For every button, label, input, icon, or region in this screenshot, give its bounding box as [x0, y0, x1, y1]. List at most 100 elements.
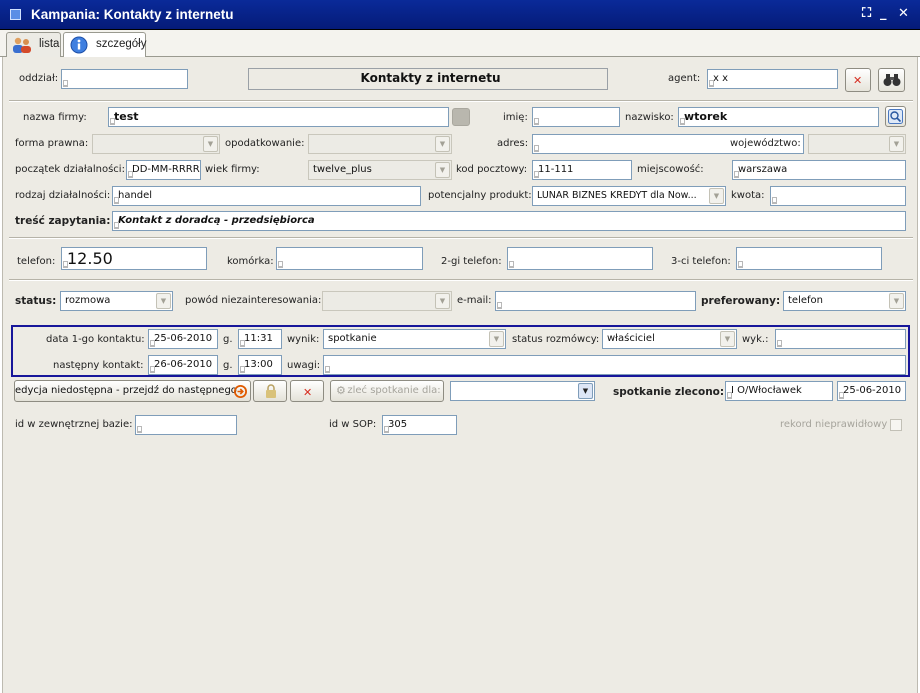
edit-unavailable-next-button[interactable]: edycja niedostępna - przejdź do następne…	[14, 380, 251, 402]
agent-label: agent:	[668, 73, 701, 84]
third-phone-field[interactable]	[736, 247, 882, 270]
person-lookup-button[interactable]	[885, 106, 906, 127]
users-icon	[13, 37, 31, 53]
meeting-date-field[interactable]: 25-06-2010	[837, 381, 906, 401]
chevron-down-icon: ▼	[435, 293, 450, 309]
poczatek-label: początek działalności:	[15, 164, 125, 175]
company-lookup-button[interactable]	[452, 108, 470, 126]
telefon-label: telefon:	[17, 256, 56, 267]
speaker-status-select[interactable]: właściciel ▼	[602, 329, 737, 349]
chevron-down-icon: ▼	[709, 188, 724, 204]
gears-icon: ⚙	[336, 384, 346, 397]
taxation-select[interactable]: ▼	[308, 134, 452, 154]
next-contact-date-field[interactable]: 26-06-2010	[148, 355, 218, 375]
window-title: Kampania: Kontakty z internetu	[31, 7, 234, 22]
first-contact-date-field[interactable]: 25-06-2010	[148, 329, 218, 349]
company-age-select[interactable]: twelve_plus ▼	[308, 160, 452, 180]
status-rozmowcy-label: status rozmówcy:	[512, 334, 600, 345]
result-value: spotkanie	[328, 333, 377, 344]
email-field[interactable]	[495, 291, 696, 311]
city-field[interactable]: warszawa	[732, 160, 906, 180]
kwota-label: kwota:	[731, 190, 765, 201]
province-select[interactable]: ▼	[808, 134, 906, 154]
meeting-branch-field[interactable]: I O/Włocławek	[725, 381, 833, 401]
preferred-select[interactable]: telefon ▼	[783, 291, 906, 311]
binoculars-icon	[883, 74, 901, 86]
assign-meeting-select[interactable]: ▼	[450, 381, 595, 401]
cancel-button[interactable]: ✕	[290, 380, 324, 402]
preferred-value: telefon	[788, 295, 823, 306]
business-type-field[interactable]: handel	[112, 186, 421, 206]
chevron-down-icon: ▼	[489, 331, 504, 347]
divider	[9, 237, 913, 239]
powod-label: powód niezainteresowania:	[185, 295, 322, 306]
adres-label: adres:	[497, 138, 529, 149]
tab-szczegoly-label: szczegóły	[96, 38, 147, 50]
wyk-label: wyk.:	[742, 334, 769, 345]
close-window-button[interactable]: ✕	[898, 6, 909, 22]
chevron-down-icon: ▼	[578, 383, 593, 399]
status-value: rozmowa	[65, 295, 111, 306]
nazwisko-label: nazwisko:	[625, 112, 674, 123]
forma-prawna-label: forma prawna:	[15, 138, 89, 149]
miejscowosc-label: miejscowość:	[637, 164, 704, 175]
next-contact-time-field[interactable]: 13:00	[238, 355, 282, 375]
invalid-record-checkbox[interactable]	[890, 419, 902, 431]
mobile-field[interactable]	[276, 247, 423, 270]
agent-field[interactable]: x x	[707, 69, 838, 89]
wiek-label: wiek firmy:	[205, 164, 260, 175]
tab-szczegoly[interactable]: szczegóły	[63, 32, 147, 58]
divider	[9, 100, 913, 102]
tab-lista[interactable]: lista	[6, 32, 61, 57]
minimize-button[interactable]: _	[880, 6, 887, 22]
performer-field[interactable]	[775, 329, 906, 349]
reason-select[interactable]: ▼	[322, 291, 452, 311]
company-name-field[interactable]: test	[108, 107, 449, 127]
nazwa-firmy-label: nazwa firmy:	[23, 112, 87, 123]
start-date-field[interactable]: DD-MM-RRRR	[126, 160, 201, 180]
last-name-field[interactable]: wtorek	[678, 107, 879, 127]
search-agent-button[interactable]	[878, 68, 905, 92]
delete-icon: ✕	[853, 74, 863, 87]
g-label: g.	[223, 334, 233, 345]
restore-button[interactable]: ⛶	[862, 6, 871, 22]
oddzial-field[interactable]	[61, 69, 188, 89]
rodzaj-label: rodzaj działalności:	[15, 190, 111, 201]
assign-meeting-button[interactable]: ⚙ zleć spotkanie dla:	[330, 380, 444, 402]
campaign-heading: Kontakty z internetu	[248, 68, 608, 90]
phone-field[interactable]: 12.50	[61, 247, 207, 270]
app-icon	[10, 9, 21, 20]
edit-unavailable-label: edycja niedostępna - przejdź do następne…	[15, 385, 237, 396]
sop-id-label: id w SOP:	[329, 419, 377, 430]
status-select[interactable]: rozmowa ▼	[60, 291, 173, 311]
legal-form-select[interactable]: ▼	[92, 134, 220, 154]
second-phone-field[interactable]	[507, 247, 653, 270]
first-name-field[interactable]	[532, 107, 620, 127]
external-id-label: id w zewnętrznej bazie:	[15, 419, 133, 430]
delete-icon: ✕	[303, 386, 313, 399]
invalid-record-label: rekord nieprawidłowy	[780, 419, 888, 430]
oddzial-label: oddział:	[19, 73, 59, 84]
lock-button[interactable]	[253, 380, 287, 402]
postal-code-field[interactable]: 11-111	[532, 160, 632, 180]
external-id-field[interactable]	[135, 415, 237, 435]
chevron-down-icon: ▼	[889, 136, 904, 152]
speaker-status-value: właściciel	[607, 333, 655, 344]
first-contact-time-field[interactable]: 11:31	[238, 329, 282, 349]
amount-field[interactable]	[770, 186, 906, 206]
sop-id-field[interactable]: 305	[382, 415, 457, 435]
arrow-right-circle-icon	[234, 385, 247, 398]
product-select[interactable]: LUNAR BIZNES KREDYT dla Now... ▼	[532, 186, 726, 206]
chevron-down-icon: ▼	[156, 293, 171, 309]
notes-field[interactable]	[323, 355, 906, 375]
inquiry-field[interactable]: Kontakt z doradcą - przedsiębiorca	[112, 211, 906, 231]
status-label: status:	[15, 295, 57, 307]
chevron-down-icon: ▼	[435, 136, 450, 152]
result-select[interactable]: spotkanie ▼	[323, 329, 506, 349]
next-contact-label: następny kontakt:	[53, 360, 144, 371]
tab-lista-label: lista	[39, 38, 60, 50]
title-bar: Kampania: Kontakty z internetu ⛶ _ ✕	[0, 0, 920, 30]
email-label: e-mail:	[457, 295, 492, 306]
clear-agent-button[interactable]: ✕	[845, 68, 871, 92]
details-panel: oddział: Kontakty z internetu agent: x x…	[2, 57, 918, 693]
